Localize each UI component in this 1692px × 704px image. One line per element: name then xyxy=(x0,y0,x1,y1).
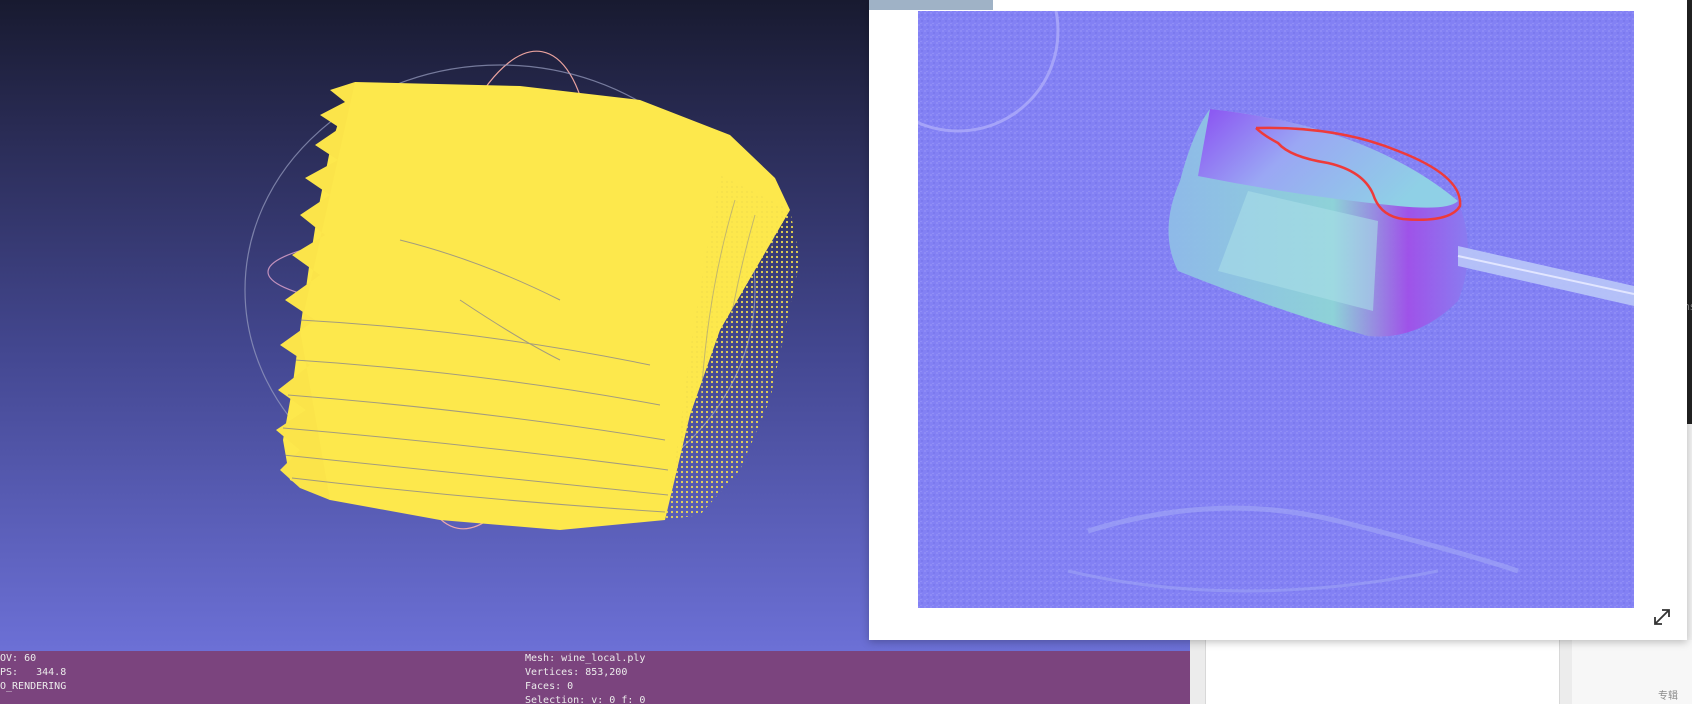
status-fov: OV: 60 xyxy=(0,653,37,664)
status-rendering: O_RENDERING xyxy=(0,681,67,692)
viewer-status-bar: OV: 60 PS: 344.8 O_RENDERING Mesh: wine_… xyxy=(0,651,1190,704)
status-vertices: Vertices: 853,200 xyxy=(525,667,628,678)
background-panel xyxy=(1205,640,1560,704)
status-mesh: Mesh: wine_local.ply xyxy=(525,653,646,664)
expand-button[interactable] xyxy=(1648,603,1676,631)
status-fps: PS: 344.8 xyxy=(0,667,67,678)
status-selection: Selection: v: 0 f: 0 xyxy=(525,695,646,704)
background-album-label[interactable]: 专辑 xyxy=(1658,687,1678,702)
popup-tab[interactable] xyxy=(869,0,993,10)
expand-arrows-icon xyxy=(1654,609,1670,625)
normal-map-image xyxy=(918,11,1634,608)
status-faces: Faces: 0 xyxy=(525,681,574,692)
